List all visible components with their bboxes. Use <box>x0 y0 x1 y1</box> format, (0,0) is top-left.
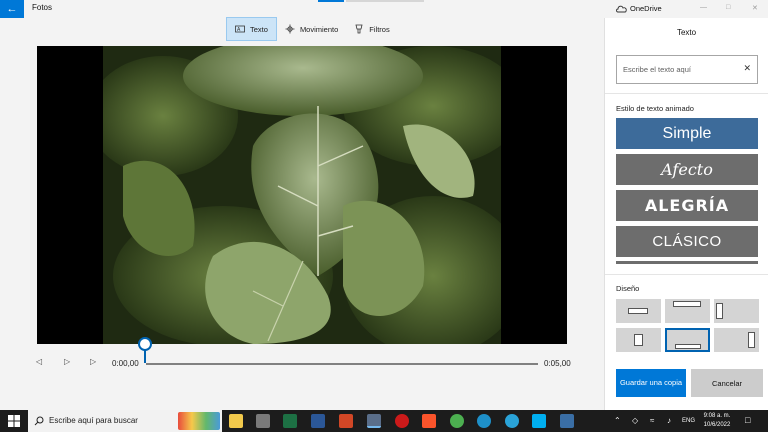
playhead-line <box>144 350 146 363</box>
style-alegria-label: ALEGRÍA <box>644 196 730 215</box>
timeline-track[interactable] <box>146 363 538 365</box>
layout-bar <box>634 334 643 346</box>
previous-frame-icon[interactable]: ◁ <box>36 357 42 366</box>
text-panel: Texto ✕ Estilo de texto animado Simple A… <box>604 18 768 410</box>
text-input[interactable] <box>617 56 737 83</box>
layout-option-right[interactable] <box>714 328 759 352</box>
spinach-photo <box>103 46 501 344</box>
minimize-icon[interactable]: — <box>700 4 707 11</box>
search-icon <box>34 416 44 426</box>
onedrive-label: OneDrive <box>630 4 662 13</box>
style-alegria[interactable]: ALEGRÍA <box>616 190 758 221</box>
layout-bar <box>675 344 701 349</box>
layout-bar <box>716 303 723 319</box>
title-secondary-bar <box>346 0 424 2</box>
cancel-button[interactable]: Cancelar <box>691 369 763 397</box>
style-afecto[interactable]: Afecto <box>616 154 758 185</box>
playhead-handle[interactable] <box>138 337 152 351</box>
save-copy-button[interactable]: Guardar una copia <box>616 369 686 397</box>
cloud-icon <box>616 5 627 13</box>
style-clasico[interactable]: CLÁSICO <box>616 226 758 257</box>
photos-app-icon[interactable] <box>367 414 381 428</box>
tab-text-label: Texto <box>250 24 268 34</box>
opera-icon[interactable] <box>395 414 409 428</box>
clock[interactable]: 9:08 a. m. 10/6/2022 <box>700 412 734 430</box>
title-bar: ← Fotos <box>0 0 604 18</box>
search-highlight-image <box>178 412 220 430</box>
style-afecto-label: Afecto <box>661 160 713 179</box>
app-title: Fotos <box>32 3 53 12</box>
powerpoint-icon[interactable] <box>339 414 353 428</box>
clock-date: 10/6/2022 <box>703 422 731 428</box>
style-simple[interactable]: Simple <box>616 118 758 149</box>
brave-icon[interactable] <box>422 414 436 428</box>
tab-motion[interactable]: Movimiento <box>277 17 346 41</box>
end-time: 0:05,00 <box>544 359 571 368</box>
move-icon <box>285 24 295 34</box>
tab-filters-label: Filtros <box>369 24 390 34</box>
current-time: 0:00,00 <box>112 359 139 368</box>
layout-bar <box>673 301 701 307</box>
tab-filters[interactable]: Filtros <box>346 17 397 41</box>
layout-bar <box>748 332 755 348</box>
divider <box>605 274 768 275</box>
notification-icon[interactable]: □ <box>745 415 750 425</box>
excel-icon[interactable] <box>283 414 297 428</box>
skype-icon[interactable] <box>532 414 546 428</box>
layout-option-top[interactable] <box>665 299 710 323</box>
layout-label: Diseño <box>616 284 640 293</box>
file-explorer-icon[interactable] <box>229 414 243 428</box>
maximize-icon[interactable]: □ <box>726 4 730 11</box>
chevron-up-icon[interactable]: ⌃ <box>614 416 621 425</box>
playback-bar: ◁ ▷ ▷ 0:00,00 0:05,00 <box>0 352 604 376</box>
next-frame-icon[interactable]: ▷ <box>90 357 96 366</box>
windows-start-icon[interactable] <box>8 415 20 427</box>
clear-icon[interactable]: ✕ <box>743 63 751 74</box>
search-placeholder: Escribe aquí para buscar <box>49 416 138 425</box>
word-icon[interactable] <box>311 414 325 428</box>
layout-option-left[interactable] <box>714 299 759 323</box>
save-copy-label: Guardar una copia <box>619 378 683 387</box>
layout-option-center[interactable] <box>616 299 661 323</box>
clock-time: 9:08 a. m. <box>703 413 731 419</box>
back-button[interactable]: ← <box>0 0 24 18</box>
onedrive-bar: OneDrive — □ ✕ <box>604 0 768 18</box>
chrome-icon[interactable] <box>450 414 464 428</box>
cancel-label: Cancelar <box>711 378 742 388</box>
volume-icon[interactable]: ♪ <box>667 416 671 425</box>
taskbar: Escribe aquí para buscar ⌃ ◇ ≈ ♪ ENG 9:0… <box>0 410 768 432</box>
language-indicator[interactable]: ENG <box>682 418 695 424</box>
taskbar-app-icon[interactable] <box>256 414 270 428</box>
wifi-icon[interactable]: ≈ <box>650 416 654 425</box>
text-icon: A <box>235 25 245 33</box>
style-list-more[interactable] <box>616 261 758 264</box>
panel-title: Texto <box>676 28 697 37</box>
animated-style-label: Estilo de texto animado <box>616 104 694 113</box>
taskbar-app-icon[interactable] <box>560 414 574 428</box>
layout-option-small-center[interactable] <box>616 328 661 352</box>
tab-motion-label: Movimiento <box>299 24 339 34</box>
play-icon[interactable]: ▷ <box>64 357 70 366</box>
arrow-left-icon: ← <box>6 3 18 15</box>
taskbar-search[interactable]: Escribe aquí para buscar <box>28 410 222 432</box>
video-preview[interactable] <box>37 46 567 344</box>
editor-toolbar: A Texto Movimiento Filtros <box>226 17 398 41</box>
close-icon[interactable]: ✕ <box>752 4 758 12</box>
title-accent-bar <box>318 0 344 2</box>
edge-icon[interactable] <box>477 414 491 428</box>
divider <box>605 93 768 94</box>
layout-option-bottom[interactable] <box>665 328 710 352</box>
style-clasico-label: CLÁSICO <box>652 233 722 250</box>
filter-icon <box>355 24 363 34</box>
layout-bar <box>628 308 648 314</box>
tab-text[interactable]: A Texto <box>226 17 277 41</box>
text-input-box: ✕ <box>616 55 758 84</box>
telegram-icon[interactable] <box>505 414 519 428</box>
style-simple-label: Simple <box>662 124 712 142</box>
network-icon[interactable]: ◇ <box>632 416 638 425</box>
